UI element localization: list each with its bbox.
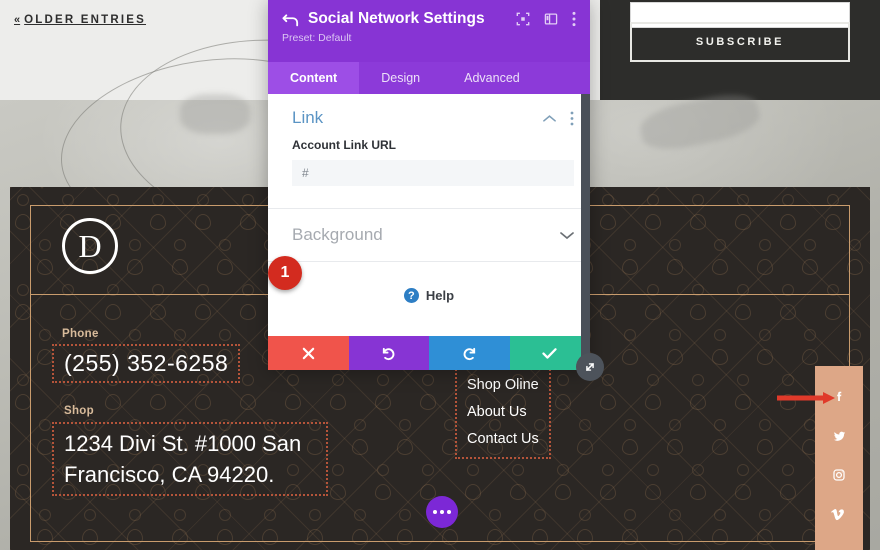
social-follow-rail bbox=[815, 366, 863, 550]
older-entries-label: OLDER ENTRIES bbox=[24, 14, 147, 26]
step-badge-1: 1 bbox=[268, 256, 302, 290]
footer-menu-item-contact-us[interactable]: Contact Us bbox=[467, 431, 539, 447]
panel-layout-icon[interactable] bbox=[544, 12, 558, 26]
help-icon: ? bbox=[403, 288, 419, 303]
shop-address-value: 1234 Divi St. #1000 San Francisco, CA 94… bbox=[64, 431, 302, 488]
shop-address-box[interactable]: 1234 Divi St. #1000 San Francisco, CA 94… bbox=[52, 422, 328, 497]
modal-resize-handle[interactable] bbox=[576, 353, 604, 381]
vimeo-icon[interactable] bbox=[828, 503, 850, 525]
preset-selector[interactable]: Preset: Default bbox=[282, 32, 576, 44]
help-label: Help bbox=[425, 288, 455, 303]
module-settings-modal: Social Network Settings Preset: Default … bbox=[268, 0, 590, 370]
modal-title: Social Network Settings bbox=[308, 10, 485, 27]
account-link-url-input[interactable] bbox=[292, 160, 574, 186]
background-section-row[interactable]: Background bbox=[268, 209, 590, 262]
cancel-button[interactable] bbox=[268, 336, 349, 370]
back-arrow-icon[interactable] bbox=[282, 12, 299, 27]
redo-button[interactable] bbox=[429, 336, 510, 370]
modal-scrollbar[interactable] bbox=[581, 94, 590, 370]
fullscreen-icon[interactable] bbox=[516, 12, 530, 26]
footer-menu-box[interactable]: Shop Oline About Us Contact Us bbox=[455, 366, 551, 459]
screenshot-root: «OLDER ENTRIES SUBSCRIBE er ecary D Phon… bbox=[0, 0, 880, 550]
tab-content[interactable]: Content bbox=[268, 62, 360, 94]
modal-footer bbox=[268, 336, 590, 370]
footer-menu-item-shop-online[interactable]: Shop Oline bbox=[467, 377, 539, 393]
more-options-icon[interactable] bbox=[572, 11, 576, 27]
chevron-down-icon[interactable] bbox=[560, 231, 574, 240]
subscribe-block: SUBSCRIBE bbox=[600, 0, 880, 100]
tab-design[interactable]: Design bbox=[359, 62, 442, 94]
dot-3-icon bbox=[447, 510, 451, 514]
module-actions-button[interactable] bbox=[426, 496, 458, 528]
phone-value: (255) 352-6258 bbox=[64, 350, 229, 376]
subscribe-button[interactable]: SUBSCRIBE bbox=[630, 22, 850, 62]
tab-advanced[interactable]: Advanced bbox=[442, 62, 542, 94]
phone-value-box[interactable]: (255) 352-6258 bbox=[52, 344, 241, 383]
double-chevron-left-icon: « bbox=[14, 14, 21, 26]
modal-body: Link Account Link URL Background bbox=[268, 94, 590, 336]
dot-1-icon bbox=[433, 510, 437, 514]
twitter-icon[interactable] bbox=[828, 425, 850, 447]
dot-2-icon bbox=[440, 510, 444, 514]
footer-menu-item-about-us[interactable]: About Us bbox=[467, 404, 539, 420]
account-link-url-label: Account Link URL bbox=[292, 138, 396, 152]
chevron-up-icon[interactable] bbox=[543, 114, 556, 123]
modal-tab-bar: Content Design Advanced bbox=[268, 62, 590, 94]
link-section-title: Link bbox=[292, 108, 324, 127]
divi-logo: D bbox=[62, 218, 118, 274]
help-link[interactable]: ? Help bbox=[268, 262, 590, 303]
section-more-options-icon[interactable] bbox=[570, 111, 574, 126]
modal-header: Social Network Settings Preset: Default bbox=[268, 0, 590, 62]
account-link-url-field: Account Link URL bbox=[268, 138, 590, 186]
older-entries-link[interactable]: «OLDER ENTRIES bbox=[14, 14, 146, 26]
instagram-icon[interactable] bbox=[828, 464, 850, 486]
background-section-title: Background bbox=[292, 225, 383, 244]
undo-button[interactable] bbox=[348, 336, 429, 370]
phone-label: Phone bbox=[62, 328, 99, 340]
shop-label: Shop bbox=[64, 405, 94, 417]
facebook-icon[interactable] bbox=[828, 386, 850, 408]
link-section-header: Link bbox=[268, 94, 590, 138]
